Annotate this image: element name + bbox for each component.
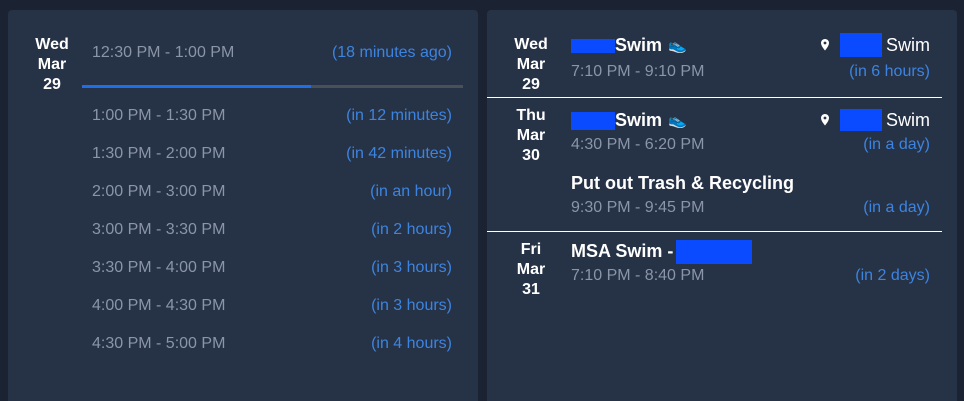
slot-time: 3:00 PM - 3:30 PM [92,221,226,238]
weekday: Thu [516,107,546,124]
redacted-block [840,109,882,131]
event-time: 7:10 PM - 8:40 PM [571,267,705,284]
event-title-text: Swim [615,110,663,130]
agenda-day-label: Fri Mar 31 [501,240,561,300]
event-location[interactable]: Swim [818,108,930,132]
day-divider [487,231,942,232]
redacted-block [571,39,615,54]
time-slot[interactable]: 2:00 PM - 3:00 PM (in an hour) [92,180,452,204]
redacted-block [840,33,882,57]
agenda-panel: Wed Mar 29 Swim 👟 Swim 7:10 PM - 9:10 PM … [487,10,957,401]
time-slot[interactable]: 4:00 PM - 4:30 PM (in 3 hours) [92,294,452,318]
event-title[interactable]: Put out Trash & Recycling [571,171,794,195]
time-slot[interactable]: 4:30 PM - 5:00 PM (in 4 hours) [92,332,452,356]
weekday: Wed [514,36,548,53]
slot-relative-time: (in 3 hours) [371,259,452,276]
weekday: Fri [520,241,542,258]
slot-time: 12:30 PM - 1:00 PM [92,44,235,61]
slot-time: 4:30 PM - 5:00 PM [92,335,226,352]
event-relative-time: (in a day) [863,199,930,216]
slot-relative-time: (18 minutes ago) [331,44,452,61]
slot-relative-time: (in 2 hours) [371,221,452,238]
day-number: 29 [43,76,61,93]
location-pin-icon [821,39,829,51]
agenda-day-label: Wed Mar 29 [501,35,561,95]
event-location[interactable]: Swim [818,33,930,57]
slot-time: 2:00 PM - 3:00 PM [92,183,226,200]
event-title[interactable]: Swim 👟 [571,108,687,132]
slot-time: 1:00 PM - 1:30 PM [92,107,226,124]
running-shoe-icon: 👟 [668,37,687,55]
day-number: 31 [522,281,540,298]
redacted-block [676,240,753,265]
weekday: Wed [35,36,69,53]
slot-relative-time: (in 12 minutes) [346,107,452,124]
slot-time: 4:00 PM - 4:30 PM [92,297,226,314]
month: Mar [37,56,67,73]
month: Mar [516,261,546,278]
event-title[interactable]: MSA Swim - [571,239,753,265]
day-label: Wed Mar 29 [24,35,80,95]
time-slot[interactable]: 1:00 PM - 1:30 PM (in 12 minutes) [92,104,452,128]
time-slot[interactable]: 3:30 PM - 4:00 PM (in 3 hours) [92,256,452,280]
slot-relative-time: (in 4 hours) [371,335,452,352]
event-relative-time: (in a day) [863,136,930,153]
time-slot[interactable]: 3:00 PM - 3:30 PM (in 2 hours) [92,218,452,242]
progress-fill [82,85,311,88]
running-shoe-icon: 👟 [668,112,687,130]
slot-relative-time: (in 3 hours) [371,297,452,314]
event-title-text: MSA Swim - [571,241,674,261]
day-number: 29 [522,76,540,93]
slot-time: 3:30 PM - 4:00 PM [92,259,226,276]
event-location-text: Swim [886,35,930,55]
day-divider [487,97,942,98]
event-relative-time: (in 6 hours) [849,63,930,80]
event-title[interactable]: Swim 👟 [571,33,687,57]
event-time: 7:10 PM - 9:10 PM [571,63,705,80]
slot-time: 1:30 PM - 2:00 PM [92,145,226,162]
month: Mar [516,127,546,144]
current-time-slot[interactable]: 12:30 PM - 1:00 PM (18 minutes ago) [92,41,452,65]
redacted-block [571,112,615,131]
event-title-text: Swim [615,35,663,55]
location-pin-icon [821,114,829,126]
day-number: 30 [522,147,540,164]
slot-relative-time: (in an hour) [370,183,452,200]
slot-relative-time: (in 42 minutes) [346,145,452,162]
event-location-text: Swim [886,110,930,130]
event-time: 9:30 PM - 9:45 PM [571,199,705,216]
schedule-panel: Wed Mar 29 12:30 PM - 1:00 PM (18 minute… [8,10,478,401]
month: Mar [516,56,546,73]
current-slot-progress-bar [82,85,463,88]
time-slot[interactable]: 1:30 PM - 2:00 PM (in 42 minutes) [92,142,452,166]
agenda-day-label: Thu Mar 30 [501,106,561,166]
event-relative-time: (in 2 days) [855,267,930,284]
event-time: 4:30 PM - 6:20 PM [571,136,705,153]
